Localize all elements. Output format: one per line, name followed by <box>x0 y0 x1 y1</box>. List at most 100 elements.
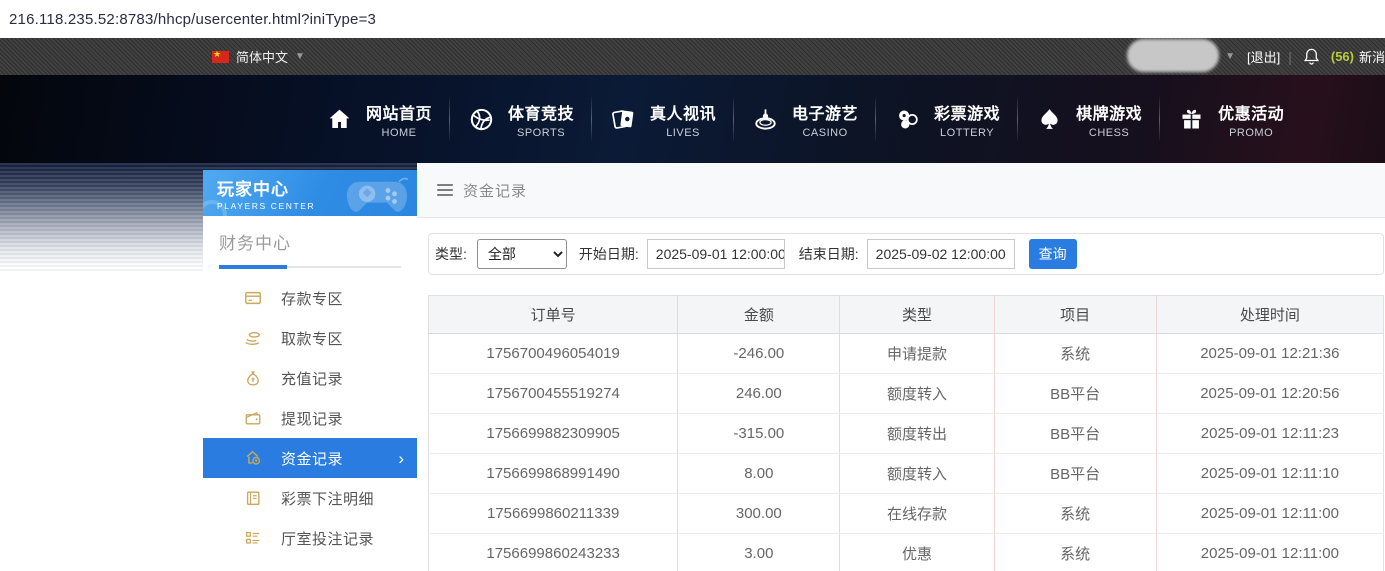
sidebar-item-存款专区[interactable]: 存款专区 <box>203 278 417 318</box>
column-header: 订单号 <box>429 296 678 334</box>
nav-item-sports[interactable]: 体育竞技 SPORTS <box>450 100 591 139</box>
nav-label-en: SPORTS <box>517 127 565 139</box>
project-cell: BB平台 <box>994 374 1156 414</box>
spade-icon <box>1035 105 1063 133</box>
project-cell: BB平台 <box>994 454 1156 494</box>
sidebar-item-充值记录[interactable]: 充值记录 <box>203 358 417 398</box>
type-cell: 额度转入 <box>840 374 994 414</box>
browser-url-bar[interactable]: 216.118.235.52:8783/hhcp/usercenter.html… <box>0 0 1385 38</box>
nav-label-zh: 棋牌游戏 <box>1076 100 1142 124</box>
nav-item-chess[interactable]: 棋牌游戏CHESS <box>1018 100 1159 139</box>
language-label: 简体中文 <box>236 47 288 66</box>
breadcrumb: 资金记录 <box>417 163 1385 218</box>
start-date-label: 开始日期: <box>579 244 639 264</box>
sidebar-item-label: 取款专区 <box>281 328 343 349</box>
new-message-label[interactable]: 新消息 <box>1359 47 1385 66</box>
end-date-label: 结束日期: <box>799 244 859 264</box>
order-number-cell: 1756699868991490 <box>429 454 678 494</box>
nav-item-text: 真人视讯 LIVES <box>650 100 716 139</box>
home-icon <box>325 105 353 133</box>
nav-label-en: LOTTERY <box>940 127 994 139</box>
table-row: 1756700455519274246.00额度转入BB平台2025-09-01… <box>429 374 1384 414</box>
nav-item-promo[interactable]: 优惠活动PROMO <box>1160 100 1301 139</box>
sidebar-item-资金记录[interactable]: 资金记录 › <box>203 438 417 478</box>
nav-item-text: 网站首页 HOME <box>366 100 432 139</box>
type-cell: 额度转入 <box>840 454 994 494</box>
nav-label-en: LIVES <box>666 127 700 139</box>
end-date-input[interactable] <box>867 239 1015 269</box>
section-underline <box>219 266 401 268</box>
nav-item-text: 电子游艺 CASINO <box>792 100 858 139</box>
sidebar-subtitle: PLAYERS CENTER <box>217 201 417 211</box>
order-number-cell: 1756699860211339 <box>429 494 678 534</box>
nav-label-zh: 电子游艺 <box>792 100 858 124</box>
language-selector[interactable]: ★ 简体中文 ▼ <box>212 38 305 75</box>
hamburger-icon[interactable] <box>437 184 453 196</box>
order-number-cell: 1756699860243233 <box>429 534 678 571</box>
sidebar-item-厅室投注记录[interactable]: 厅室投注记录 <box>203 518 417 558</box>
username-redacted[interactable] <box>1127 39 1219 72</box>
column-header: 项目 <box>994 296 1156 334</box>
table-row: 1756700496054019-246.00申请提款系统2025-09-01 … <box>429 334 1384 374</box>
chevron-down-icon[interactable]: ▼ <box>1225 51 1235 62</box>
project-cell: BB平台 <box>994 414 1156 454</box>
notebook-icon <box>243 489 262 508</box>
type-cell: 申请提款 <box>840 334 994 374</box>
time-cell: 2025-09-01 12:20:56 <box>1156 374 1383 414</box>
sidebar-item-label: 资金记录 <box>281 448 343 469</box>
amount-cell: 246.00 <box>678 374 840 414</box>
time-cell: 2025-09-01 12:21:36 <box>1156 334 1383 374</box>
nav-item-casino[interactable]: 电子游艺 CASINO <box>734 100 875 139</box>
sidebar-menu: 存款专区取款专区充值记录提现记录资金记录 › 彩票下注明细厅室投注记录玩家投注报表 <box>203 278 417 571</box>
message-count[interactable]: (56) <box>1331 49 1354 64</box>
nav-label-zh: 网站首页 <box>366 100 432 124</box>
order-number-cell: 1756700496054019 <box>429 334 678 374</box>
type-cell: 额度转出 <box>840 414 994 454</box>
nav-item-lottery[interactable]: 彩票游戏 LOTTERY <box>876 100 1017 139</box>
type-label: 类型: <box>435 244 467 264</box>
order-number-cell: 1756700455519274 <box>429 374 678 414</box>
start-date-input[interactable] <box>647 239 785 269</box>
sidebar-item-label: 彩票下注明细 <box>281 488 374 509</box>
records-table: 订单号金额类型项目处理时间 1756700496054019-246.00申请提… <box>428 295 1384 571</box>
table-header-row: 订单号金额类型项目处理时间 <box>429 296 1384 334</box>
lottery-balls-icon <box>893 105 921 133</box>
wallet-icon <box>243 409 262 428</box>
bell-icon[interactable] <box>1302 47 1321 66</box>
sidebar-item-取款专区[interactable]: 取款专区 <box>203 318 417 358</box>
column-header: 金额 <box>678 296 840 334</box>
table-row: 1756699860211339300.00在线存款系统2025-09-01 1… <box>429 494 1384 534</box>
nav-label-zh: 彩票游戏 <box>934 100 1000 124</box>
deposit-card-icon <box>243 289 262 308</box>
sidebar-item-彩票下注明细[interactable]: 彩票下注明细 <box>203 478 417 518</box>
nav-item-lives[interactable]: 真人视讯 LIVES <box>592 100 733 139</box>
nav-item-home[interactable]: 网站首页 HOME <box>308 100 449 139</box>
roulette-icon <box>751 105 779 133</box>
logout-link[interactable]: [退出] <box>1247 47 1280 66</box>
time-cell: 2025-09-01 12:11:10 <box>1156 454 1383 494</box>
nav-label-zh: 真人视讯 <box>650 100 716 124</box>
section-title: 财务中心 <box>219 229 401 254</box>
sidebar-item-label: 充值记录 <box>281 368 343 389</box>
sidebar-header: 玩家中心 PLAYERS CENTER <box>203 170 417 216</box>
list-icon <box>243 529 262 548</box>
order-number-cell: 1756699882309905 <box>429 414 678 454</box>
table-row: 17566998689914908.00额度转入BB平台2025-09-01 1… <box>429 454 1384 494</box>
search-button[interactable]: 查询 <box>1029 239 1077 269</box>
nav-label-en: CASINO <box>802 127 847 139</box>
type-select[interactable]: 全部 <box>477 239 567 269</box>
nav-label-en: HOME <box>382 127 417 139</box>
type-cell: 优惠 <box>840 534 994 571</box>
amount-cell: -315.00 <box>678 414 840 454</box>
nav-label-zh: 体育竞技 <box>508 100 574 124</box>
nav-item-text: 彩票游戏 LOTTERY <box>934 100 1000 139</box>
nav-label-en: PROMO <box>1229 127 1273 139</box>
chevron-right-icon: › <box>398 450 404 467</box>
sidebar-item-玩家投注报表[interactable]: 玩家投注报表 <box>203 558 417 571</box>
page-url[interactable]: 216.118.235.52:8783/hhcp/usercenter.html… <box>9 11 376 28</box>
time-cell: 2025-09-01 12:11:23 <box>1156 414 1383 454</box>
sidebar-item-提现记录[interactable]: 提现记录 <box>203 398 417 438</box>
sidebar-item-label: 存款专区 <box>281 288 343 309</box>
nav-item-text: 优惠活动PROMO <box>1218 100 1284 139</box>
chevron-down-icon: ▼ <box>295 51 305 62</box>
